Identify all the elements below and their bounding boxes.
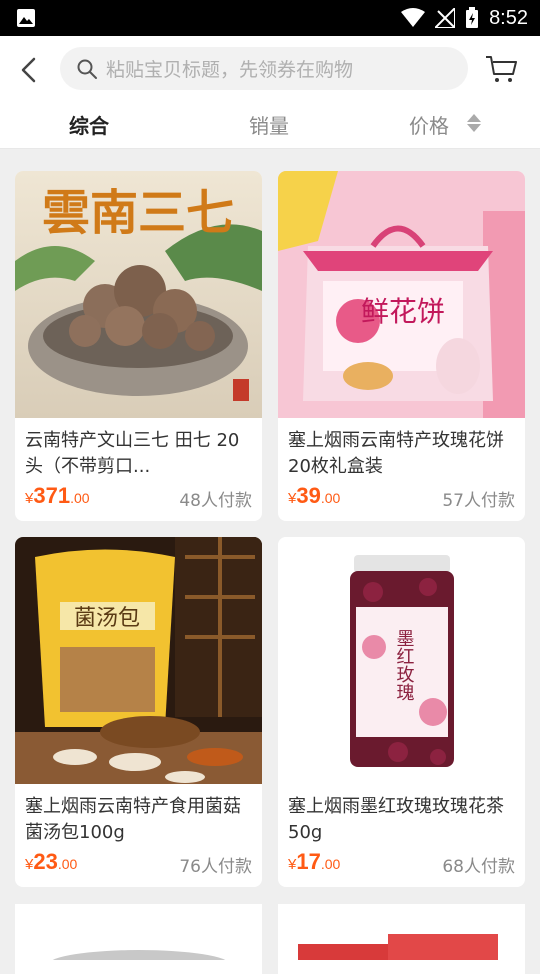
product-image [15, 904, 262, 974]
sales-count: 48人付款 [179, 491, 252, 511]
product-image: 墨红玫瑰 [278, 537, 525, 784]
product-price: ¥371.00 [25, 483, 90, 508]
cart-icon[interactable] [484, 54, 518, 84]
tab-sales[interactable]: 销量 [249, 110, 289, 139]
product-image: 菌汤包 [15, 537, 262, 784]
product-title: 云南特产文山三七 田七 20头（不带剪口... [25, 430, 240, 477]
sort-arrows-icon[interactable] [466, 112, 482, 134]
search-input[interactable]: 粘贴宝贝标题，先领券在购物 [106, 55, 353, 82]
sales-count: 68人付款 [442, 857, 515, 877]
sort-tabs: 综合 销量 价格 [0, 100, 540, 149]
product-price: ¥39.00 [288, 483, 341, 508]
product-card-partial[interactable] [15, 904, 262, 974]
status-bar: 8:52 [0, 0, 540, 36]
sales-count: 76人付款 [179, 857, 252, 877]
product-card[interactable]: 菌汤包 塞上烟雨云南特产食用菌菇菌汤包100g ¥23.00 76人付款 [15, 537, 262, 887]
search-icon [77, 59, 97, 79]
product-image: 鲜花饼 [278, 171, 525, 418]
tab-comprehensive[interactable]: 综合 [69, 110, 109, 139]
product-price: ¥17.00 [288, 849, 341, 874]
product-card[interactable]: 鲜花饼 塞上烟雨云南特产玫瑰花饼20枚礼盒装 ¥39.00 57人付款 [278, 171, 525, 521]
no-signal-icon [435, 8, 456, 28]
search-bar[interactable]: 粘贴宝贝标题，先领券在购物 [60, 47, 468, 90]
top-bar: 粘贴宝贝标题，先领券在购物 [0, 36, 540, 100]
product-image-caption: 墨红玫瑰 [394, 629, 415, 701]
tab-price[interactable]: 价格 [409, 110, 449, 139]
back-arrow-icon[interactable] [14, 54, 46, 86]
product-image: 雲南三七 [15, 171, 262, 418]
product-image-caption: 雲南三七 [42, 185, 234, 241]
clock: 8:52 [489, 7, 528, 29]
product-title: 塞上烟雨云南特产食用菌菇菌汤包100g [25, 796, 241, 843]
battery-charging-icon [466, 7, 479, 28]
product-image-caption: 鲜花饼 [361, 295, 445, 328]
product-image [278, 904, 525, 960]
product-card[interactable]: 墨红玫瑰 塞上烟雨墨红玫瑰玫瑰花茶50g ¥17.00 68人付款 [278, 537, 525, 887]
product-card[interactable]: 雲南三七 云南特产文山三七 田七 20头（不带剪口... ¥371.00 48人… [15, 171, 262, 521]
product-title: 塞上烟雨墨红玫瑰玫瑰花茶50g [288, 796, 504, 843]
sales-count: 57人付款 [442, 491, 515, 511]
image-notification-icon [17, 9, 35, 27]
product-image-caption: 菌汤包 [74, 606, 140, 631]
product-price: ¥23.00 [25, 849, 78, 874]
wifi-icon [401, 8, 426, 27]
product-title: 塞上烟雨云南特产玫瑰花饼20枚礼盒装 [288, 430, 504, 477]
product-card-partial[interactable] [278, 904, 525, 974]
